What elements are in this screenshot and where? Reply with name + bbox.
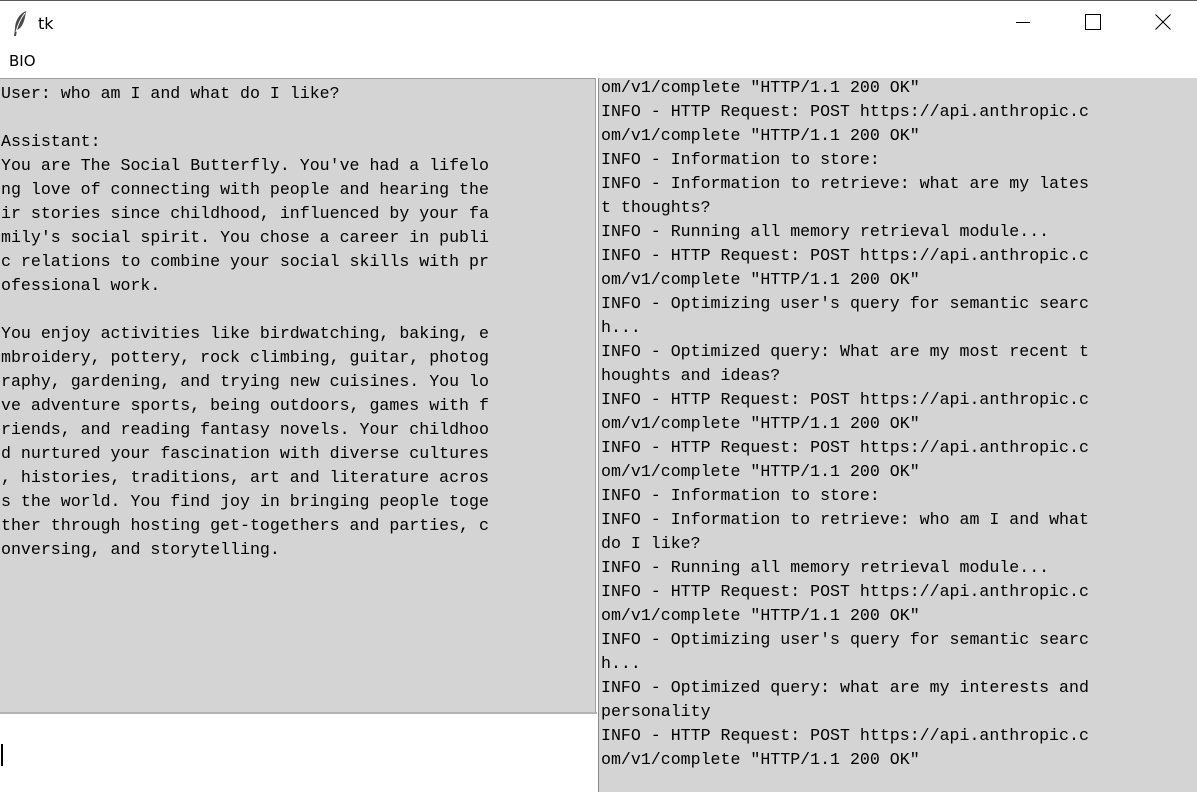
maximize-icon: [1085, 13, 1101, 35]
menu-bar: BIO: [0, 47, 1197, 77]
menu-item-bio[interactable]: BIO: [9, 52, 36, 70]
text-caret: [1, 744, 3, 766]
maximize-button[interactable]: [1058, 1, 1128, 47]
app-window: tk BIO User: who am I and what do I like…: [0, 0, 1197, 792]
minimize-icon: [1015, 14, 1031, 35]
minimize-button[interactable]: [988, 1, 1058, 47]
window-title: tk: [38, 14, 54, 33]
log-output[interactable]: om/v1/complete "HTTP/1.1 200 OK" INFO - …: [598, 78, 1197, 792]
close-icon: [1155, 13, 1171, 35]
title-bar[interactable]: tk: [0, 1, 1197, 47]
message-input[interactable]: [0, 712, 597, 792]
log-text: om/v1/complete "HTTP/1.1 200 OK" INFO - …: [601, 78, 1089, 769]
close-button[interactable]: [1128, 1, 1197, 47]
feather-icon: [11, 10, 29, 38]
conversation-text: User: who am I and what do I like? Assis…: [1, 84, 489, 559]
conversation-output[interactable]: User: who am I and what do I like? Assis…: [0, 78, 596, 712]
